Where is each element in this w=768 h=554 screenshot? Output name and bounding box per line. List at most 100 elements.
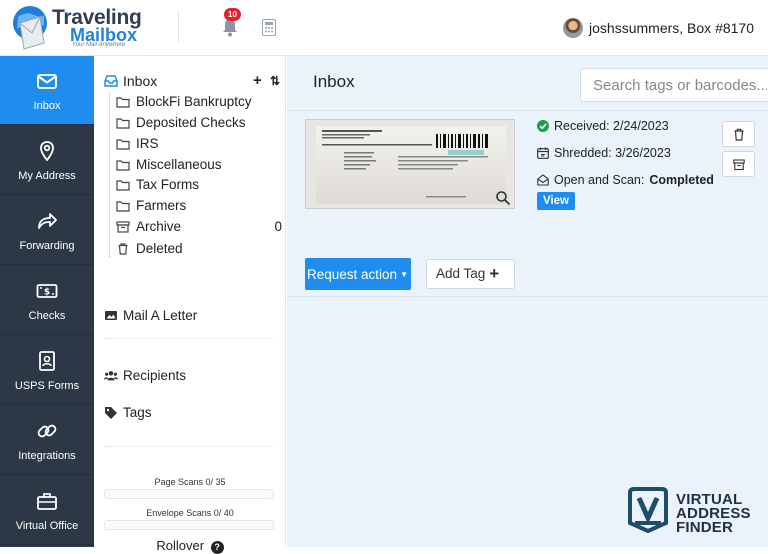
scan-status-label: Open and Scan:	[554, 173, 645, 187]
magnify-icon[interactable]	[495, 190, 511, 206]
link-icon	[37, 424, 57, 438]
users-icon	[104, 370, 118, 380]
info-icon[interactable]: ?	[210, 541, 224, 554]
open-envelope-icon	[537, 174, 549, 186]
tags-label: Tags	[123, 404, 152, 420]
folder-label: Archive	[136, 219, 182, 234]
folder-item-deleted[interactable]: Deleted	[116, 241, 286, 259]
folder-item[interactable]: Deposited Checks	[116, 115, 286, 133]
view-scan-button[interactable]: View	[537, 192, 575, 210]
envelope-image	[316, 126, 506, 204]
avatar	[563, 18, 584, 38]
add-folder-icon[interactable]: +	[253, 72, 262, 89]
nav-label: Virtual Office	[15, 520, 79, 532]
shredded-row: Shredded: 3/26/2023	[537, 146, 671, 160]
folder-label: Tax Forms	[136, 177, 200, 192]
nav-label: My Address	[18, 170, 76, 182]
folder-item-archive[interactable]: Archive 0	[116, 219, 286, 237]
folder-item[interactable]: BlockFi Bankruptcy	[116, 94, 286, 112]
traveling-mailbox-logo[interactable]: Traveling Mailbox Your Mail Anywhere	[10, 3, 160, 53]
notification-count-badge: 10	[224, 8, 241, 21]
virtual-address-finder-watermark: VIRTUAL ADDRESS FINDER	[626, 486, 761, 536]
folder-icon	[116, 97, 130, 108]
nav-item-usps-forms[interactable]: USPS Forms	[0, 336, 94, 405]
nav-item-my-address[interactable]: My Address	[0, 126, 94, 195]
rollover-row: Rollover ?	[94, 538, 286, 554]
nav-item-virtual-office[interactable]: Virtual Office	[0, 476, 94, 545]
trash-icon	[118, 243, 128, 255]
main-nav: Inbox My Address Forwarding $ Checks USP…	[0, 56, 94, 547]
request-action-label: Request action	[307, 266, 398, 282]
trash-icon	[734, 128, 744, 141]
folder-icon	[116, 201, 130, 212]
envelope-scans-label: Envelope Scans 0/ 40	[146, 508, 234, 518]
folder-label: IRS	[136, 136, 159, 151]
header-divider	[178, 12, 179, 42]
folder-root-label: Inbox	[123, 73, 158, 89]
divider	[104, 338, 274, 339]
received-row: Received: 2/24/2023	[537, 119, 669, 133]
folder-item[interactable]: Tax Forms	[116, 177, 286, 195]
folder-icon	[116, 180, 130, 191]
folder-tree-line	[109, 92, 110, 257]
search-input[interactable]	[580, 68, 768, 102]
folder-icon	[116, 118, 130, 129]
delete-button[interactable]	[722, 121, 755, 147]
top-header: Traveling Mailbox Your Mail Anywhere 10 …	[0, 0, 768, 56]
recipients-label: Recipients	[123, 367, 187, 383]
shredded-date: Shredded: 3/26/2023	[554, 146, 671, 160]
calculator-icon[interactable]	[262, 19, 276, 36]
inbox-icon	[37, 74, 57, 89]
card-divider-top	[287, 110, 768, 111]
folder-icon	[116, 160, 130, 171]
tags-link[interactable]: Tags	[104, 403, 152, 421]
mail-a-letter-link[interactable]: Mail A Letter	[104, 306, 197, 324]
sort-folders-icon[interactable]: ⇅	[270, 74, 280, 88]
check-circle-icon	[537, 120, 549, 132]
nav-item-forwarding[interactable]: Forwarding	[0, 196, 94, 265]
page-scans-label: Page Scans 0/ 35	[154, 477, 226, 487]
divider	[104, 446, 274, 447]
nav-label: Checks	[28, 310, 66, 322]
mail-scan-thumbnail[interactable]	[305, 119, 515, 209]
nav-item-checks[interactable]: $ Checks	[0, 266, 94, 335]
add-tag-label: Add Tag	[436, 266, 486, 281]
inbox-tray-icon	[104, 75, 118, 87]
globe-logo-icon	[13, 6, 47, 50]
folder-label: Farmers	[136, 198, 187, 213]
folder-item[interactable]: Miscellaneous	[116, 157, 286, 175]
folder-label: Deleted	[136, 241, 183, 256]
forward-arrow-icon	[38, 213, 57, 229]
page-scans-progress	[104, 489, 274, 499]
nav-item-integrations[interactable]: Integrations	[0, 406, 94, 475]
nav-label: Integrations	[18, 450, 76, 462]
add-tag-button[interactable]: Add Tag +	[426, 259, 515, 289]
archive-button[interactable]	[722, 151, 755, 177]
caret-down-icon: ▼	[400, 269, 408, 279]
check-bill-icon: $	[36, 284, 58, 298]
envelope-scan-image	[322, 130, 488, 198]
envelope-scans-progress	[104, 520, 274, 530]
folder-label: Deposited Checks	[136, 115, 246, 130]
card-divider-bottom	[287, 296, 768, 297]
location-pin-icon	[40, 141, 54, 162]
folder-root-inbox[interactable]: Inbox + ⇅	[104, 72, 282, 90]
contact-form-icon	[39, 351, 55, 371]
rollover-label: Rollover	[156, 538, 205, 553]
folder-item[interactable]: Farmers	[116, 198, 286, 216]
request-action-button[interactable]: Request action ▼	[305, 258, 411, 290]
nav-label: Forwarding	[19, 240, 75, 252]
folder-item[interactable]: IRS	[116, 136, 286, 154]
recipients-link[interactable]: Recipients	[104, 366, 186, 384]
vaf-line-3: FINDER	[676, 519, 734, 536]
received-date: Received: 2/24/2023	[554, 119, 669, 133]
scan-status-row: Open and Scan: Completed	[537, 173, 714, 187]
nav-item-inbox[interactable]: Inbox	[0, 56, 94, 125]
folder-label: BlockFi Bankruptcy	[136, 94, 252, 109]
user-menu[interactable]: joshssummers, Box #8170	[563, 18, 754, 38]
user-account-label: joshssummers, Box #8170	[589, 20, 754, 36]
nav-label: USPS Forms	[14, 380, 80, 392]
archive-icon	[116, 221, 130, 233]
calendar-icon	[537, 147, 549, 159]
main-content: Inbox Search tags or barcodes... Receive…	[287, 56, 768, 547]
